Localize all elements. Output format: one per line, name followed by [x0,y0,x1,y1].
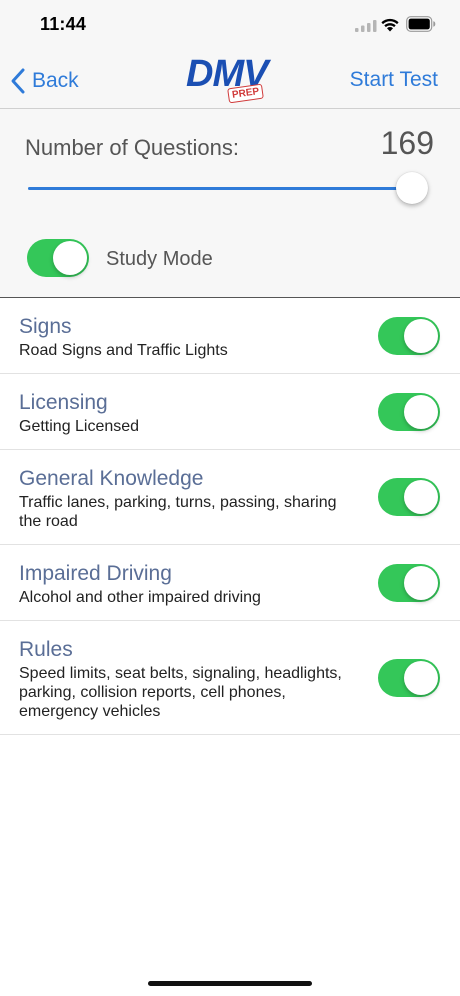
start-test-button[interactable]: Start Test [350,68,438,92]
category-row-signs: Signs Road Signs and Traffic Lights [0,298,460,374]
back-button[interactable]: Back [10,66,79,96]
status-time: 11:44 [40,14,87,34]
category-list: Signs Road Signs and Traffic Lights Lice… [0,298,460,735]
category-row-licensing: Licensing Getting Licensed [0,374,460,450]
toggle-knob [404,480,438,514]
category-title: Signs [19,315,72,338]
category-row-general-knowledge: General Knowledge Traffic lanes, parking… [0,450,460,545]
study-mode-label: Study Mode [106,248,213,270]
back-label: Back [32,69,79,92]
category-description: Speed limits, seat belts, signaling, hea… [19,665,342,720]
category-title: Rules [19,638,73,661]
category-description: Getting Licensed [19,418,140,435]
settings-panel: Number of Questions: 169 Study Mode [0,109,460,298]
licensing-toggle[interactable] [378,392,440,431]
questions-count: 169 [380,125,434,161]
category-title: Impaired Driving [19,562,172,585]
toggle-knob [53,241,87,275]
general-knowledge-toggle[interactable] [378,478,440,516]
chevron-left-icon [11,68,25,94]
battery-icon [406,16,436,32]
app-logo: DMV PREP [186,54,276,106]
category-description: Alcohol and other impaired driving [19,589,261,606]
category-row-rules: Rules Speed limits, seat belts, signalin… [0,621,460,735]
toggle-knob [404,660,438,695]
category-row-impaired-driving: Impaired Driving Alcohol and other impai… [0,545,460,621]
slider-fill [28,187,413,190]
category-description: Road Signs and Traffic Lights [19,342,228,359]
cellular-signal-icon [355,20,377,32]
study-mode-toggle[interactable] [27,239,89,277]
questions-slider[interactable] [28,187,418,190]
signs-toggle[interactable] [378,316,440,355]
rules-toggle[interactable] [378,658,440,697]
slider-thumb[interactable] [396,172,429,204]
status-bar: 11:44 [0,0,460,52]
wifi-icon [381,18,399,32]
toggle-knob [404,394,438,429]
home-indicator [148,981,312,986]
nav-bar: Back DMV PREP Start Test [0,52,460,109]
category-title: General Knowledge [19,467,204,490]
questions-label: Number of Questions: [25,135,239,160]
toggle-knob [404,565,438,600]
toggle-knob [404,318,438,353]
impaired-driving-toggle[interactable] [378,563,440,602]
category-title: Licensing [19,391,108,414]
category-description: Traffic lanes, parking, turns, passing, … [19,494,337,530]
